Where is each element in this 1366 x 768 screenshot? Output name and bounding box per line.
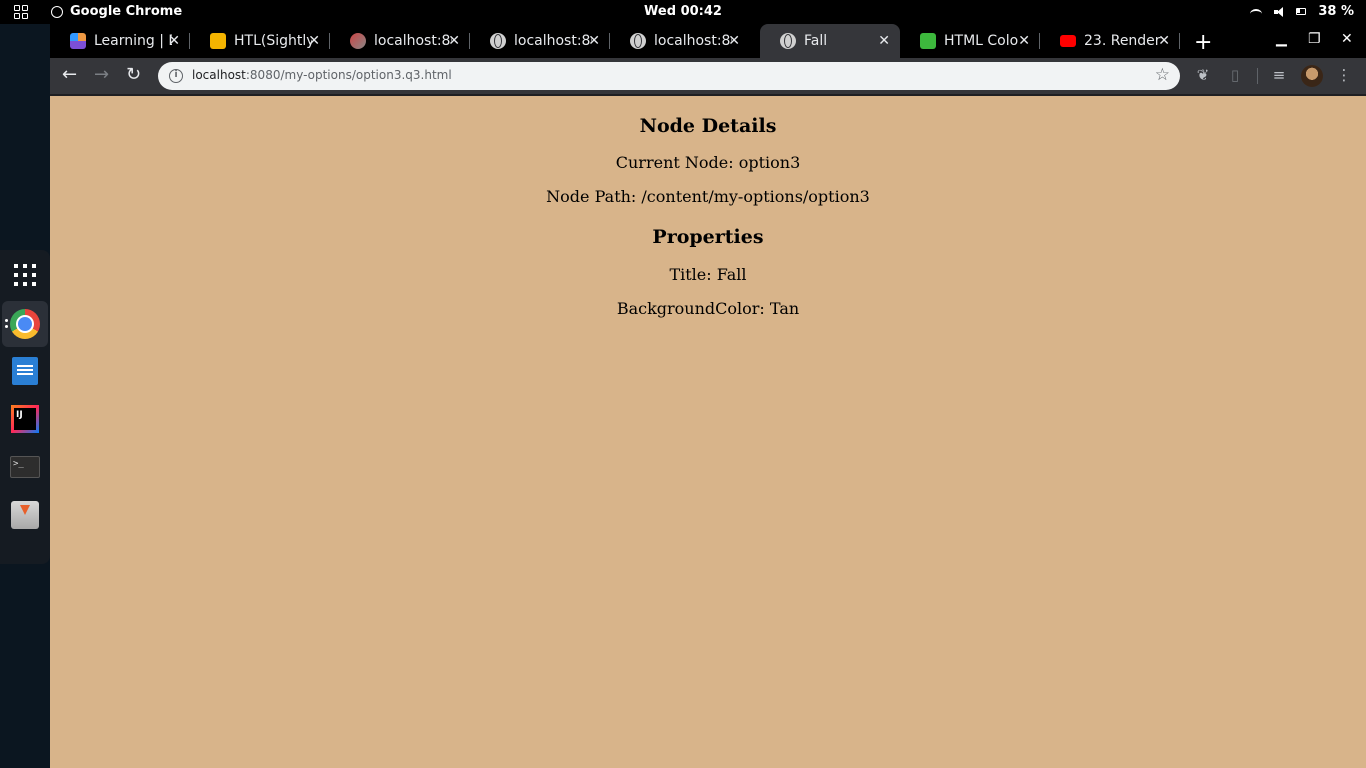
volume-icon bbox=[1274, 6, 1284, 17]
tab-title: Learning | D bbox=[94, 33, 172, 49]
properties-heading: Properties bbox=[652, 226, 764, 248]
tab-title: localhost:80 bbox=[654, 33, 732, 49]
close-tab-icon[interactable]: ✕ bbox=[168, 33, 180, 49]
app-menu-label[interactable]: Google Chrome bbox=[70, 4, 182, 19]
slides-icon bbox=[210, 33, 226, 49]
address-bar[interactable]: i localhost:8080/my-options/option3.q3.h… bbox=[158, 62, 1180, 90]
page-content: Node Details Current Node: option3 Node … bbox=[50, 96, 1366, 768]
close-tab-icon[interactable]: ✕ bbox=[448, 33, 460, 49]
minimize-button[interactable]: ▁ bbox=[1276, 31, 1287, 47]
dock-chrome[interactable] bbox=[2, 301, 48, 347]
node-path-text: Node Path: /content/my-options/option3 bbox=[546, 187, 870, 206]
close-window-button[interactable]: ✕ bbox=[1341, 31, 1353, 47]
url-path: :8080/my-options/option3.q3.html bbox=[245, 68, 452, 82]
tab-title: HTML Colo bbox=[944, 33, 1019, 49]
globe-icon bbox=[780, 33, 796, 49]
bookmark-extension-icon[interactable]: ▯ bbox=[1225, 66, 1245, 86]
close-tab-icon[interactable]: ✕ bbox=[588, 33, 600, 49]
toolbar-separator bbox=[1257, 68, 1258, 84]
tab-learning[interactable]: Learning | D ✕ bbox=[50, 24, 190, 58]
menu-kebab-icon[interactable]: ⋮ bbox=[1334, 66, 1354, 86]
installer-icon bbox=[11, 501, 39, 529]
chrome-icon bbox=[10, 309, 40, 339]
battery-icon bbox=[1296, 8, 1307, 15]
node-details-heading: Node Details bbox=[639, 115, 777, 137]
tab-title: Fall bbox=[804, 33, 828, 49]
show-apps-button[interactable] bbox=[2, 252, 48, 298]
new-tab-button[interactable]: + bbox=[1194, 30, 1212, 55]
tab-title: 23. Render bbox=[1084, 33, 1161, 49]
writer-icon bbox=[12, 357, 38, 385]
system-top-bar: Google Chrome Wed 00:42 38 % bbox=[0, 0, 1366, 24]
back-button[interactable]: ← bbox=[62, 64, 77, 85]
url-text[interactable]: localhost:8080/my-options/option3.q3.htm… bbox=[192, 68, 452, 82]
globe-icon bbox=[630, 33, 646, 49]
profile-avatar[interactable] bbox=[1301, 65, 1323, 87]
media-playlist-icon[interactable]: ≡ bbox=[1269, 66, 1289, 86]
terminal-icon: >_ bbox=[10, 456, 40, 478]
show-apps-icon bbox=[14, 264, 36, 286]
learning-icon bbox=[70, 33, 86, 49]
running-indicator bbox=[5, 319, 8, 322]
forward-button[interactable]: → bbox=[94, 64, 109, 85]
tab-title: localhost:80 bbox=[514, 33, 592, 49]
site-info-icon[interactable]: i bbox=[169, 69, 183, 83]
url-host: localhost bbox=[192, 68, 246, 82]
dock-writer[interactable] bbox=[2, 348, 48, 394]
globe-icon bbox=[490, 33, 506, 49]
crx-icon bbox=[350, 33, 366, 49]
tab-title: localhost:80 bbox=[374, 33, 452, 49]
restore-button[interactable]: ❐ bbox=[1308, 31, 1321, 47]
tab-title: HTL(Sightly bbox=[234, 33, 312, 49]
close-tab-icon[interactable]: ✕ bbox=[728, 33, 740, 49]
intellij-icon: IJ bbox=[11, 405, 39, 433]
extension-icon[interactable]: ❦ bbox=[1193, 66, 1213, 86]
tab-localhost-3[interactable]: localhost:80 ✕ bbox=[610, 24, 750, 58]
close-tab-icon[interactable]: ✕ bbox=[308, 33, 320, 49]
clock[interactable]: Wed 00:42 bbox=[0, 4, 1366, 19]
close-tab-icon[interactable]: ✕ bbox=[878, 33, 890, 49]
dock-intellij[interactable]: IJ bbox=[2, 396, 48, 442]
dock: IJ >_ bbox=[0, 24, 50, 768]
dock-terminal[interactable]: >_ bbox=[2, 444, 48, 490]
close-tab-icon[interactable]: ✕ bbox=[1158, 33, 1170, 49]
activities-icon[interactable] bbox=[14, 5, 28, 19]
htmlcolor-icon bbox=[920, 33, 936, 49]
tab-localhost-2[interactable]: localhost:80 ✕ bbox=[470, 24, 610, 58]
tab-separator bbox=[1179, 33, 1180, 49]
browser-toolbar: ← → ↻ i localhost:8080/my-options/option… bbox=[50, 58, 1366, 94]
title-property: Title: Fall bbox=[669, 265, 747, 284]
dock-installer[interactable] bbox=[2, 492, 48, 538]
wifi-icon bbox=[1250, 8, 1263, 19]
system-tray[interactable]: 38 % bbox=[1250, 4, 1354, 19]
reload-button[interactable]: ↻ bbox=[126, 64, 141, 85]
current-node-text: Current Node: option3 bbox=[615, 153, 801, 172]
chrome-app-menu-icon[interactable] bbox=[51, 6, 63, 18]
tab-htl[interactable]: HTL(Sightly ✕ bbox=[190, 24, 330, 58]
tab-localhost-1[interactable]: localhost:80 ✕ bbox=[330, 24, 470, 58]
tab-youtube[interactable]: 23. Render ✕ bbox=[1040, 24, 1180, 58]
youtube-icon bbox=[1060, 35, 1076, 47]
intellij-label: IJ bbox=[14, 408, 36, 430]
running-indicator bbox=[5, 325, 8, 328]
tab-html-colors[interactable]: HTML Colo ✕ bbox=[900, 24, 1040, 58]
background-color-property: BackgroundColor: Tan bbox=[616, 299, 800, 318]
tab-fall-active[interactable]: Fall ✕ bbox=[760, 24, 900, 58]
battery-percent: 38 % bbox=[1318, 4, 1354, 19]
tab-strip: Learning | D ✕ HTL(Sightly ✕ localhost:8… bbox=[50, 24, 1366, 58]
close-tab-icon[interactable]: ✕ bbox=[1018, 33, 1030, 49]
bookmark-star-icon[interactable]: ☆ bbox=[1155, 65, 1170, 85]
